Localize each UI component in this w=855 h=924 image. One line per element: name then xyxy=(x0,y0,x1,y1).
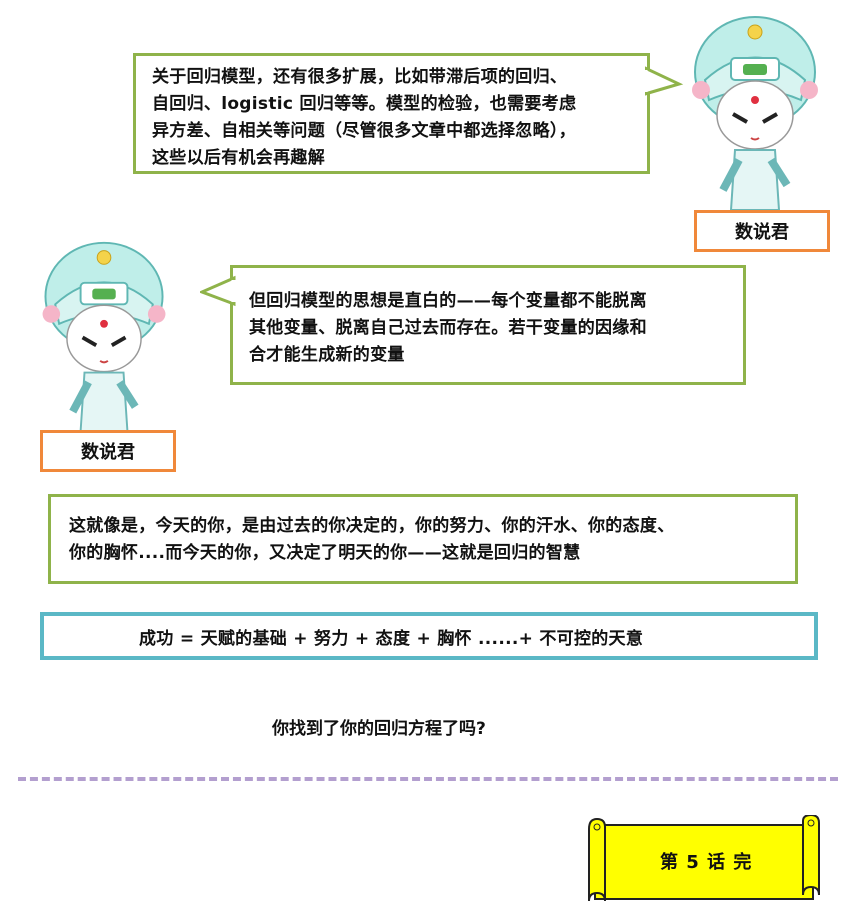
opera-character-icon xyxy=(692,16,818,211)
speech-bubble-3: 这就像是，今天的你，是由过去的你决定的，你的努力、你的汗水、你的态度、 你的胸怀… xyxy=(48,494,798,584)
scroll-text: 第 5 话 完 xyxy=(660,852,753,873)
speaker-tag-1: 数说君 xyxy=(694,210,830,252)
speaker-tag-2: 数说君 xyxy=(40,430,176,472)
dashed-divider xyxy=(18,777,838,781)
opera-character-icon xyxy=(42,241,166,433)
bubble-1-tail xyxy=(645,66,684,96)
bubble-1-line-2: 自回归、logistic 回归等等。模型的检验，也需要考虑 xyxy=(152,94,577,114)
bubble-3-line-1: 这就像是，今天的你，是由过去的你决定的，你的努力、你的汗水、你的态度、 xyxy=(69,516,675,536)
formula-box: 成功 = 天赋的基础 + 努力 + 态度 + 胸怀 ......+ 不可控的天意 xyxy=(40,612,818,660)
speech-bubble-2: 但回归模型的思想是直白的——每个变量都不能脱离 其他变量、脱离自己过去而存在。若… xyxy=(230,265,746,385)
speech-bubble-1: 关于回归模型，还有很多扩展，比如带滞后项的回归、 自回归、logistic 回归… xyxy=(133,53,650,174)
bubble-2-tail xyxy=(200,275,236,307)
bubble-1-line-4: 这些以后有机会再趣解 xyxy=(152,148,325,168)
bubble-3-line-2: 你的胸怀....而今天的你，又决定了明天的你——这就是回归的智慧 xyxy=(69,543,581,563)
bubble-2-line-1: 但回归模型的思想是直白的——每个变量都不能脱离 xyxy=(249,291,647,311)
closing-question: 你找到了你的回归方程了吗? xyxy=(272,719,486,739)
bubble-2-line-3: 合才能生成新的变量 xyxy=(249,345,405,365)
bubble-2-line-2: 其他变量、脱离自己过去而存在。若干变量的因缘和 xyxy=(249,318,647,338)
bubble-1-line-3: 异方差、自相关等问题（尽管很多文章中都选择忽略）， xyxy=(152,121,576,141)
bubble-1-line-1: 关于回归模型，还有很多扩展，比如带滞后项的回归、 xyxy=(152,67,568,87)
